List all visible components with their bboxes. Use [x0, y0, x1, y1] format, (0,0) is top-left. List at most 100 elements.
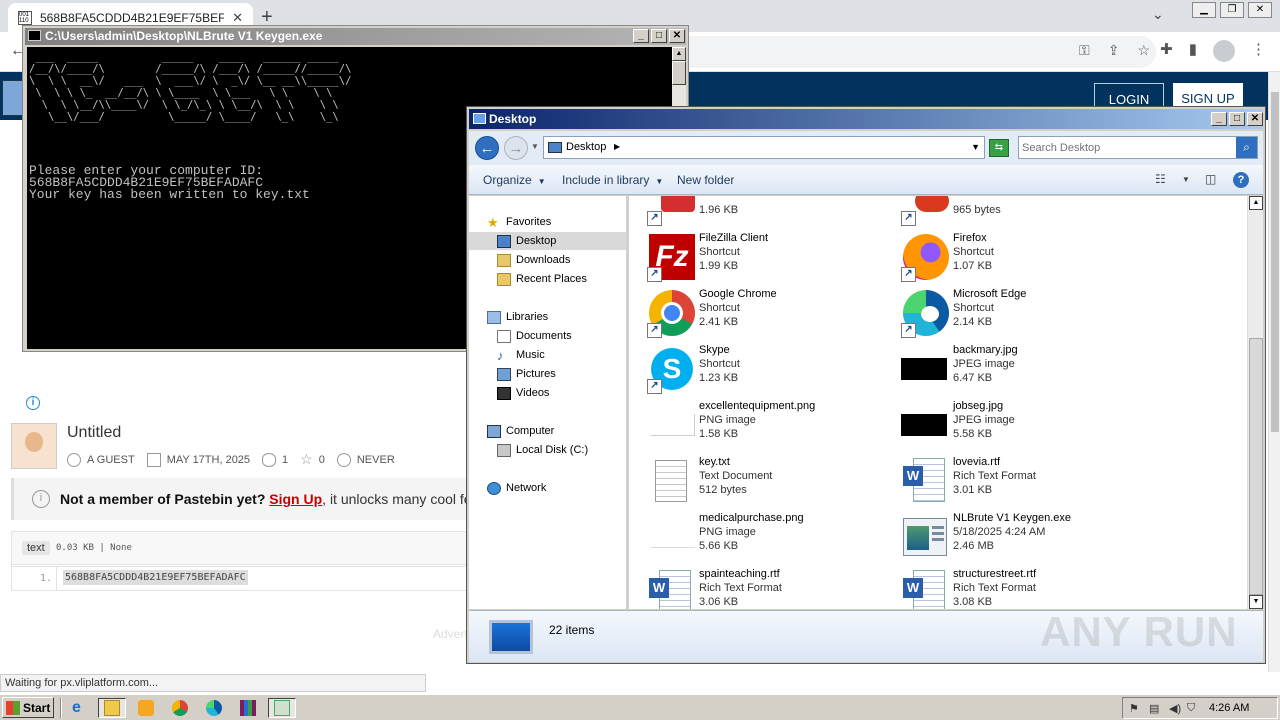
back-arrow-icon[interactable]: ← — [475, 136, 499, 160]
console-maximize-button[interactable]: □ — [651, 29, 667, 43]
breadcrumb-arrow-icon[interactable]: ▶ — [614, 142, 620, 151]
organize-dropdown-icon: ▼ — [537, 177, 546, 186]
console-minimize-button[interactable]: _ — [633, 29, 649, 43]
file-item[interactable]: backmary.jpg JPEG image 6.47 KB — [901, 344, 1155, 398]
key-icon[interactable]: ⚿ — [1079, 42, 1090, 59]
taskbar-chrome[interactable] — [166, 698, 194, 718]
paste-author[interactable]: A GUEST — [87, 454, 135, 466]
bookmark-star-icon[interactable]: ☆ — [1137, 42, 1150, 59]
console-titlebar[interactable]: C:\Users\admin\Desktop\NLBrute V1 Keygen… — [25, 28, 686, 45]
browser-close-button[interactable]: ✕ — [1248, 2, 1272, 18]
explorer-minimize-button[interactable]: _ — [1211, 112, 1227, 126]
explorer-address-box[interactable]: Desktop ▶ ▼ — [543, 136, 985, 159]
profile-avatar-icon[interactable] — [1213, 40, 1235, 62]
search-icon[interactable]: ⌕ — [1236, 137, 1257, 158]
organize-button[interactable]: Organize ▼ — [483, 173, 546, 187]
file-item[interactable]: Fz ↗ FileZilla Client Shortcut 1.99 KB — [647, 232, 901, 286]
file-item[interactable]: S ↗ Skype Shortcut 1.23 KB — [647, 344, 901, 398]
nav-recent[interactable]: Recent Places — [497, 270, 587, 288]
windows-flag-icon — [6, 700, 20, 715]
share-icon[interactable]: ⇪ — [1108, 42, 1120, 59]
info-icon[interactable]: i — [26, 396, 40, 410]
nav-pictures[interactable]: Pictures — [497, 365, 556, 383]
file-item[interactable]: W structurestreet.rtf Rich Text Format 3… — [901, 568, 1155, 609]
scroll-up-icon[interactable]: ▲ — [1249, 196, 1263, 210]
nav-local-disk[interactable]: Local Disk (C:) — [497, 441, 588, 459]
flag-tray-icon[interactable]: ⚑ — [1129, 702, 1143, 715]
extensions-icon[interactable]: ✚ — [1160, 40, 1173, 62]
nav-documents[interactable]: Documents — [497, 327, 572, 345]
view-dropdown-icon[interactable]: ▼ — [1182, 175, 1190, 184]
nav-downloads[interactable]: Downloads — [497, 251, 570, 269]
address-dropdown-icon[interactable]: ▼ — [971, 142, 980, 152]
explorer-maximize-button[interactable]: □ — [1229, 112, 1245, 126]
new-folder-button[interactable]: New folder — [677, 173, 734, 187]
scroll-down-icon[interactable]: ▼ — [1249, 595, 1263, 609]
notice-signup-link[interactable]: Sign Up — [269, 491, 322, 507]
taskbar-ie[interactable]: e — [66, 698, 94, 718]
console-scroll-up-icon[interactable]: ▲ — [672, 47, 686, 61]
taskbar-edge[interactable] — [200, 698, 228, 718]
syntax-badge[interactable]: text — [22, 541, 50, 555]
nav-music[interactable]: ♪ Music — [497, 346, 545, 364]
recent-pages-dropdown-icon[interactable]: ▼ — [531, 142, 539, 151]
file-item[interactable]: W lovevia.rtf Rich Text Format 3.01 KB — [901, 456, 1155, 510]
file-item[interactable]: excellentequipment.png PNG image 1.58 KB — [647, 400, 901, 454]
pastebin-logo[interactable] — [2, 80, 24, 116]
file-item[interactable]: W spainteaching.rtf Rich Text Format 3.0… — [647, 568, 901, 609]
console-close-button[interactable]: ✕ — [669, 29, 685, 43]
page-scrollbar[interactable] — [1268, 72, 1280, 672]
nav-computer[interactable]: Computer — [487, 422, 554, 440]
explorer-titlebar[interactable]: Desktop — [469, 109, 1263, 129]
file-item[interactable]: ↗ 1.96 KB — [647, 196, 901, 230]
tab-search-chevron-icon[interactable]: ⌄ — [1152, 6, 1164, 23]
console-title: C:\Users\admin\Desktop\NLBrute V1 Keygen… — [45, 29, 323, 43]
page-scrollbar-thumb[interactable] — [1271, 92, 1279, 432]
file-item[interactable]: ↗ 965 bytes — [901, 196, 1155, 230]
help-icon[interactable]: ? — [1233, 172, 1249, 188]
file-list-scroll-thumb[interactable] — [1249, 338, 1263, 595]
file-item[interactable]: ↗ Firefox Shortcut 1.07 KB — [901, 232, 1155, 286]
refresh-icon[interactable]: ⇆ — [989, 139, 1009, 157]
taskbar-console[interactable] — [268, 698, 296, 718]
nav-network[interactable]: Network — [487, 479, 546, 497]
explorer-close-button[interactable]: ✕ — [1247, 112, 1263, 126]
preview-pane-icon[interactable]: ◫ — [1205, 172, 1216, 186]
nav-favorites[interactable]: ★ Favorites — [487, 213, 551, 231]
search-input[interactable] — [1022, 139, 1232, 156]
taskbar-clock[interactable]: 4:26 AM — [1209, 702, 1249, 714]
network-tray-icon[interactable]: ▤ — [1149, 702, 1163, 715]
start-label: Start — [23, 700, 51, 715]
menu-kebab-icon[interactable]: ⋮ — [1251, 40, 1266, 62]
taskbar-winrar[interactable] — [234, 698, 262, 718]
start-button[interactable]: Start — [2, 697, 54, 718]
nav-libraries[interactable]: Libraries — [487, 308, 548, 326]
shield-tray-icon[interactable]: ⛉ — [1187, 702, 1201, 715]
paste-stars: 0 — [318, 453, 325, 466]
volume-tray-icon[interactable]: ◀) — [1169, 702, 1183, 715]
forward-arrow-icon[interactable]: → — [504, 136, 528, 160]
taskbar-media-player[interactable] — [132, 698, 160, 718]
nav-desktop[interactable]: Desktop — [469, 232, 626, 250]
file-item[interactable]: ↗ Microsoft Edge Shortcut 2.14 KB — [901, 288, 1155, 342]
address-text[interactable]: Desktop — [566, 141, 606, 153]
file-item[interactable]: key.txt Text Document 512 bytes — [647, 456, 901, 510]
side-panel-icon[interactable]: ▮ — [1189, 40, 1197, 62]
tab-close-icon[interactable]: ✕ — [232, 10, 243, 26]
console-scroll-thumb[interactable] — [672, 61, 686, 85]
nav-videos[interactable]: Videos — [497, 384, 549, 402]
browser-minimize-button[interactable]: ▁ — [1192, 2, 1216, 18]
file-name: medicalpurchase.png — [699, 512, 804, 524]
file-list-scrollbar[interactable]: ▲ ▼ — [1247, 196, 1263, 609]
file-item[interactable]: NLBrute V1 Keygen.exe 5/18/2025 4:24 AM … — [901, 512, 1155, 566]
file-item[interactable]: ↗ Google Chrome Shortcut 2.41 KB — [647, 288, 901, 342]
code-text[interactable]: 568B8FA5CDDD4B21E9EF75BEFADAFC — [63, 570, 248, 585]
browser-restore-button[interactable]: ❐ — [1220, 2, 1244, 18]
taskbar-explorer[interactable] — [98, 698, 126, 718]
file-item[interactable]: jobseg.jpg JPEG image 5.58 KB — [901, 400, 1155, 454]
file-item[interactable]: medicalpurchase.png PNG image 5.66 KB — [647, 512, 901, 566]
file-list[interactable]: ↗ 1.96 KB ↗ 965 bytes Fz ↗ FileZilla Clie… — [629, 196, 1247, 609]
include-library-button[interactable]: Include in library ▼ — [562, 173, 663, 187]
change-view-icon[interactable]: ☷ — [1155, 172, 1166, 186]
explorer-search[interactable]: ⌕ — [1018, 136, 1258, 159]
